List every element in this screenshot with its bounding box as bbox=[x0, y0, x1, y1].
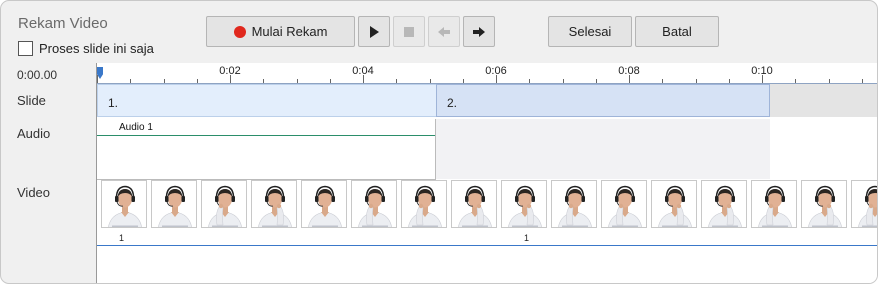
video-frame-thumbnail bbox=[501, 180, 547, 228]
video-frame-thumbnail bbox=[551, 180, 597, 228]
current-time: 0:00.00 bbox=[17, 68, 58, 82]
start-record-button[interactable]: Mulai Rekam bbox=[206, 16, 355, 47]
ruler-tick bbox=[263, 79, 265, 83]
ruler-tick bbox=[97, 75, 98, 83]
video-frame-thumbnail bbox=[201, 180, 247, 228]
ruler-tick bbox=[861, 79, 863, 83]
slide-segment-2[interactable]: 2. bbox=[436, 84, 770, 117]
previous-button[interactable] bbox=[428, 16, 460, 47]
ruler-label: 0:06 bbox=[485, 65, 507, 77]
start-record-label: Mulai Rekam bbox=[251, 24, 328, 39]
timeline[interactable]: 0:02 0:04 0:06 0:08 0:10 1. 2. Audio 1 1 1 bbox=[96, 63, 877, 283]
ruler-tick bbox=[595, 79, 597, 83]
ruler-tick bbox=[662, 79, 664, 83]
ruler-tick bbox=[196, 79, 198, 83]
ruler-tick bbox=[562, 79, 564, 83]
play-icon bbox=[370, 25, 379, 38]
slide-segment-1[interactable]: 1. bbox=[97, 84, 437, 117]
window-title: Rekam Video bbox=[18, 15, 108, 32]
time-ruler[interactable]: 0:02 0:04 0:06 0:08 0:10 bbox=[97, 63, 877, 84]
play-button[interactable] bbox=[358, 16, 390, 47]
slide-track-empty bbox=[770, 84, 877, 117]
stop-icon bbox=[404, 26, 414, 37]
video-frame-thumbnail bbox=[601, 180, 647, 228]
stop-button[interactable] bbox=[393, 16, 425, 47]
ruler-tick bbox=[695, 79, 697, 83]
ruler-tick bbox=[163, 79, 165, 83]
audio-track-empty bbox=[436, 119, 770, 179]
slide-label: 2. bbox=[447, 96, 458, 110]
video-frame-thumbnail bbox=[351, 180, 397, 228]
video-frame-thumbnail bbox=[251, 180, 297, 228]
video-frame-thumbnail bbox=[401, 180, 447, 228]
ruler-label: 0:04 bbox=[352, 65, 374, 77]
ruler-tick bbox=[728, 79, 730, 83]
video-frame-thumbnail bbox=[801, 180, 847, 228]
ruler-label: 0:10 bbox=[751, 65, 773, 77]
audio-clip[interactable]: Audio 1 bbox=[97, 119, 436, 180]
record-video-window: Rekam Video Proses slide ini saja Mulai … bbox=[0, 0, 878, 284]
arrow-left-icon bbox=[438, 26, 450, 37]
audio-clip-label: Audio 1 bbox=[119, 122, 153, 133]
ruler-tick bbox=[462, 79, 464, 83]
video-frame-thumbnail bbox=[751, 180, 797, 228]
ruler-label: 0:08 bbox=[618, 65, 640, 77]
video-marker: 1 bbox=[524, 233, 530, 243]
video-track-label: Video bbox=[17, 185, 51, 200]
video-track[interactable]: 1 1 bbox=[97, 180, 877, 246]
ruler-tick bbox=[828, 79, 830, 83]
video-marker: 1 bbox=[119, 233, 125, 243]
ruler-tick bbox=[296, 79, 298, 83]
audio-waveform bbox=[97, 135, 435, 136]
video-frame-thumbnail bbox=[451, 180, 497, 228]
video-frame-thumbnail bbox=[701, 180, 747, 228]
current-slide-only-checkbox[interactable] bbox=[18, 41, 33, 56]
ruler-tick bbox=[329, 79, 331, 83]
video-frame-thumbnail bbox=[101, 180, 147, 228]
ruler-tick bbox=[429, 79, 431, 83]
video-frame-thumbnail bbox=[301, 180, 347, 228]
ruler-tick bbox=[529, 79, 531, 83]
slide-track-label: Slide bbox=[17, 93, 46, 108]
finish-button[interactable]: Selesai bbox=[548, 16, 632, 47]
video-frame-thumbnail bbox=[851, 180, 877, 228]
arrow-right-icon bbox=[473, 26, 485, 37]
cancel-button[interactable]: Batal bbox=[635, 16, 719, 47]
video-frame-thumbnail bbox=[151, 180, 197, 228]
video-frame-thumbnail bbox=[651, 180, 697, 228]
current-slide-only-label[interactable]: Proses slide ini saja bbox=[39, 41, 154, 56]
audio-track-label: Audio bbox=[17, 126, 51, 141]
next-button[interactable] bbox=[463, 16, 495, 47]
slide-label: 1. bbox=[108, 96, 119, 110]
ruler-tick bbox=[795, 79, 797, 83]
ruler-tick bbox=[396, 79, 398, 83]
ruler-tick bbox=[130, 79, 132, 83]
record-icon bbox=[233, 25, 246, 38]
ruler-label: 0:02 bbox=[219, 65, 241, 77]
